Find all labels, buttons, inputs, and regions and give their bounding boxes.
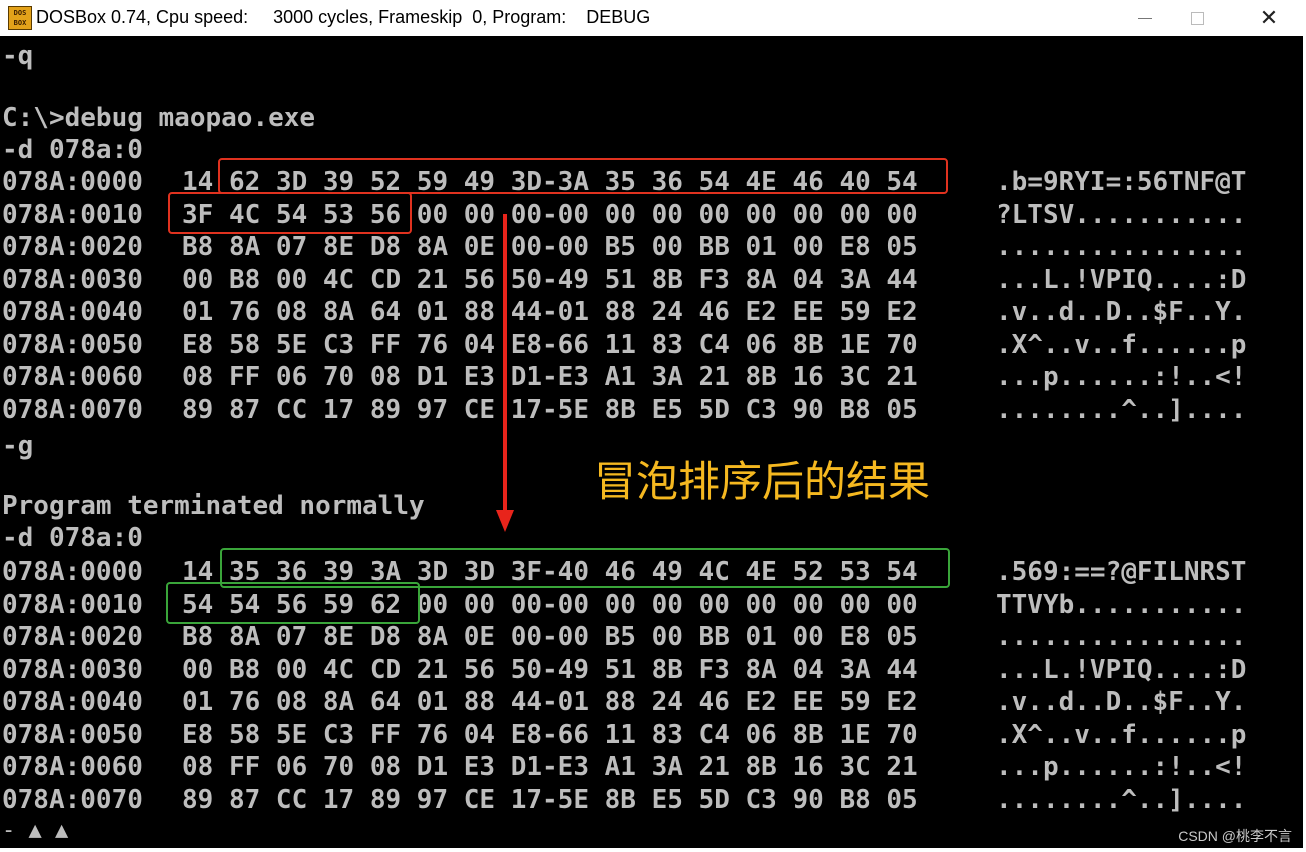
dump-hex-bytes: 08 FF 06 70 08 D1 E3 D1-E3 A1 3A 21 8B 1… xyxy=(182,752,918,782)
dump-hex-bytes: 89 87 CC 17 89 97 CE 17-5E 8B E5 5D C3 9… xyxy=(182,394,918,425)
console-line: -d 078a:0 xyxy=(2,523,143,553)
dump-hex-bytes: 00 B8 00 4C CD 21 56 50-49 51 8B F3 8A 0… xyxy=(182,264,918,295)
console-line: -d 078a:0 xyxy=(2,135,143,165)
title-bar[interactable]: DOS BOX DOSBox 0.74, Cpu speed: 3000 cycl… xyxy=(0,0,1306,36)
dump-hex-bytes: B8 8A 07 8E D8 8A 0E 00-00 B5 00 BB 01 0… xyxy=(182,232,918,262)
maximize-button[interactable] xyxy=(1174,0,1220,36)
dump-address: 078A:0010 xyxy=(2,199,143,230)
dump-address: 078A:0070 xyxy=(2,394,143,425)
dump-hex-bytes: 08 FF 06 70 08 D1 E3 D1-E3 A1 3A 21 8B 1… xyxy=(182,362,918,392)
dump-ascii: .b=9RYI=:56TNF@T xyxy=(996,167,1247,197)
minimize-icon xyxy=(1138,17,1152,19)
annotation-label: 冒泡排序后的结果 xyxy=(594,457,931,506)
close-icon: ✕ xyxy=(1259,5,1279,31)
dos-console[interactable]: -q C:\>debug maopao.exe -d 078a:0 078A:0… xyxy=(0,36,1303,848)
dump-ascii: .v..d..D..$F..Y. xyxy=(996,297,1247,327)
arrow-down-icon xyxy=(496,510,514,532)
dump-address: 078A:0040 xyxy=(2,687,143,717)
dump-address: 078A:0010 xyxy=(2,589,143,620)
dump-hex-bytes: 01 76 08 8A 64 01 88 44-01 88 24 46 E2 E… xyxy=(182,687,918,717)
dump-ascii: ...L.!VPIQ....:D xyxy=(996,264,1247,295)
dosbox-window: DOS BOX DOSBox 0.74, Cpu speed: 3000 cycl… xyxy=(0,0,1306,852)
console-line: Program terminated normally xyxy=(2,491,425,521)
dump-address: 078A:0020 xyxy=(2,232,143,262)
highlight-box-after-row1 xyxy=(166,582,420,624)
dump-ascii: .569:==?@FILNRST xyxy=(996,557,1247,587)
dump-address: 078A:0040 xyxy=(2,297,143,327)
dump-address: 078A:0060 xyxy=(2,752,143,782)
window-title: DOSBox 0.74, Cpu speed: 3000 cycles, Fra… xyxy=(36,7,651,27)
dump-hex-bytes: 01 76 08 8A 64 01 88 44-01 88 24 46 E2 E… xyxy=(182,297,918,327)
dump-hex-bytes: 89 87 CC 17 89 97 CE 17-5E 8B E5 5D C3 9… xyxy=(182,784,918,815)
dump-ascii: ................ xyxy=(996,622,1247,652)
dump-ascii: ...p......:!..<! xyxy=(996,362,1247,392)
console-line: -q xyxy=(2,41,34,71)
dump-ascii: .X^..v..f......p xyxy=(996,719,1247,750)
dump-address: 078A:0000 xyxy=(2,557,143,587)
dump-address: 078A:0070 xyxy=(2,784,143,815)
dump-hex-bytes: 00 B8 00 4C CD 21 56 50-49 51 8B F3 8A 0… xyxy=(182,654,918,685)
dump-address: 078A:0030 xyxy=(2,654,143,685)
dump-ascii: ........^..].... xyxy=(996,784,1247,815)
dump-ascii: ...L.!VPIQ....:D xyxy=(996,654,1247,685)
dump-address: 078A:0020 xyxy=(2,622,143,652)
close-button[interactable]: ✕ xyxy=(1246,0,1292,36)
arrow-shaft xyxy=(503,214,507,510)
dump-ascii: ........^..].... xyxy=(996,394,1247,425)
highlight-box-before-row1 xyxy=(168,192,412,234)
dump-hex-bytes: B8 8A 07 8E D8 8A 0E 00-00 B5 00 BB 01 0… xyxy=(182,622,918,652)
dump-ascii: TTVYb........... xyxy=(996,589,1247,620)
minimize-button[interactable] xyxy=(1122,0,1168,36)
console-line: -g xyxy=(2,431,34,461)
dump-address: 078A:0050 xyxy=(2,719,143,750)
dump-address: 078A:0030 xyxy=(2,264,143,295)
dump-ascii: ...p......:!..<! xyxy=(996,752,1247,782)
dump-address: 078A:0000 xyxy=(2,167,143,197)
maximize-icon xyxy=(1190,11,1204,25)
dump-hex-bytes: E8 58 5E C3 FF 76 04 E8-66 11 83 C4 06 8… xyxy=(182,329,918,360)
dump-hex-bytes: E8 58 5E C3 FF 76 04 E8-66 11 83 C4 06 8… xyxy=(182,719,918,750)
dump-ascii: .X^..v..f......p xyxy=(996,329,1247,360)
dump-ascii: ................ xyxy=(996,232,1247,262)
dump-address: 078A:0050 xyxy=(2,329,143,360)
dosbox-app-icon[interactable]: DOS BOX xyxy=(8,6,32,30)
console-line: C:\>debug maopao.exe xyxy=(2,103,316,133)
dump-ascii: ?LTSV........... xyxy=(996,199,1247,230)
csdn-watermark: CSDN @桃李不言 xyxy=(1178,828,1292,844)
dump-address: 078A:0060 xyxy=(2,362,143,392)
prompt-tail: - ▲ ▲ xyxy=(2,818,69,843)
highlight-box-before-row0 xyxy=(218,158,948,194)
dump-ascii: .v..d..D..$F..Y. xyxy=(996,687,1247,717)
